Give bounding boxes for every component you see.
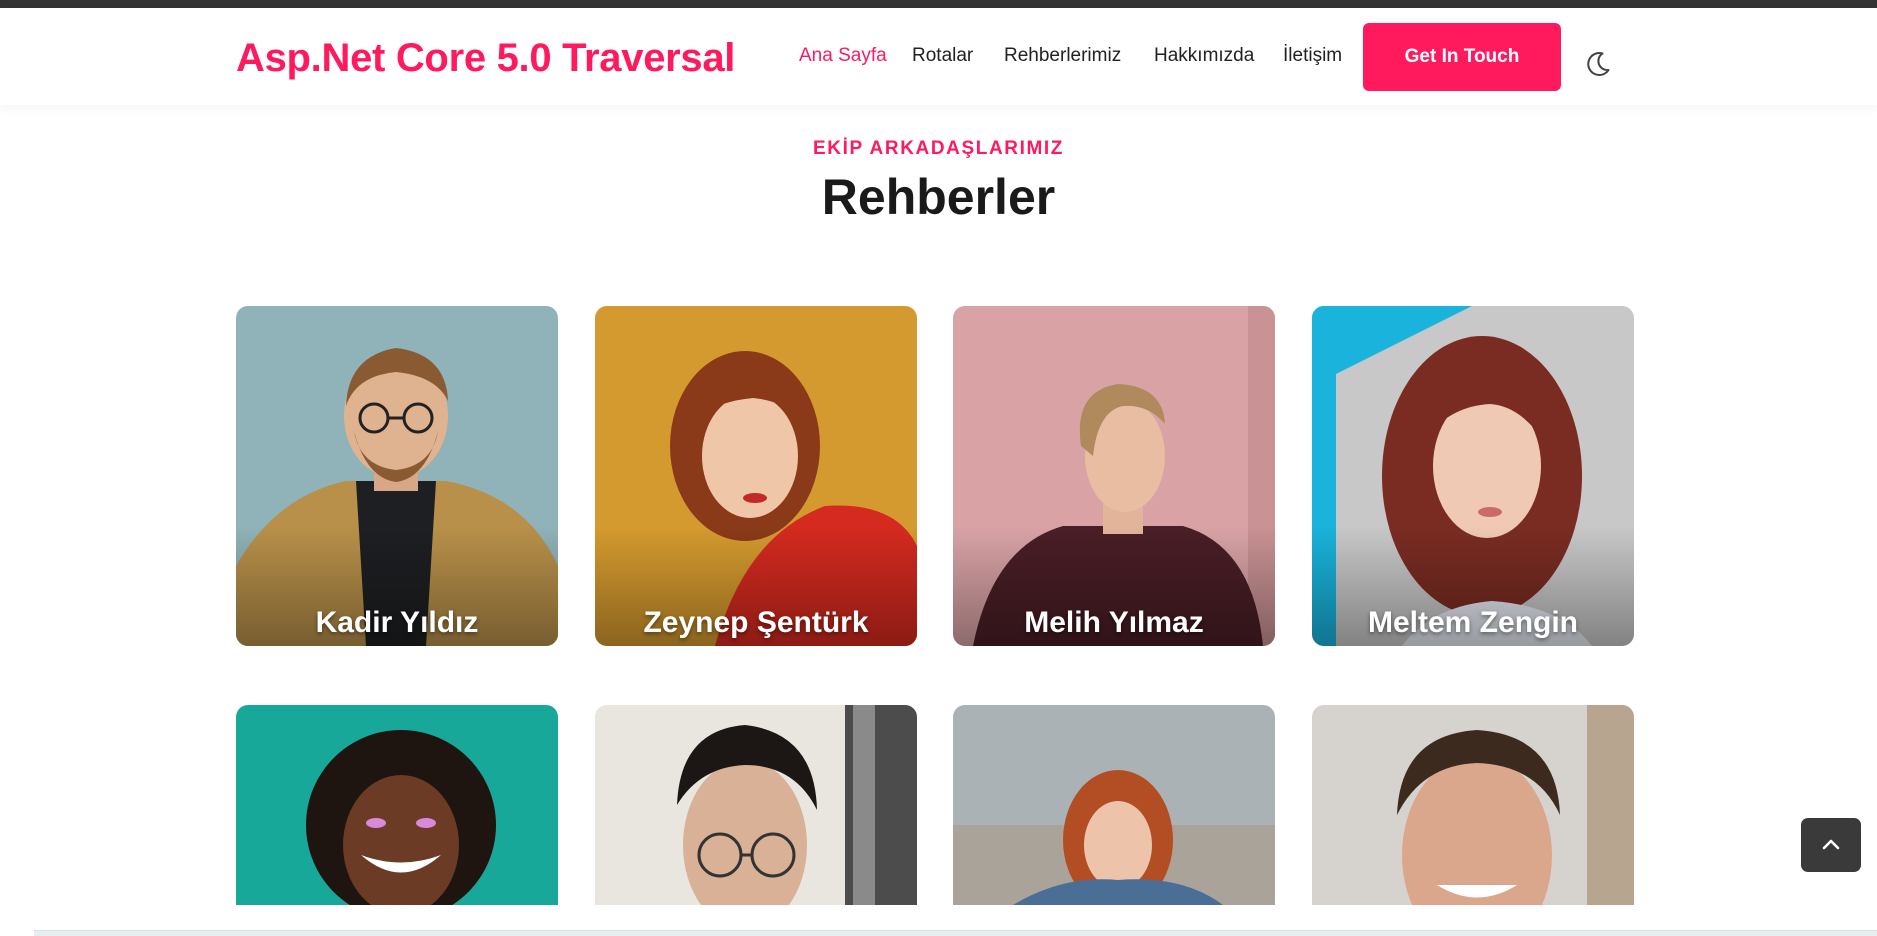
guide-card[interactable]: [953, 705, 1275, 905]
scroll-to-top-button[interactable]: [1801, 818, 1861, 872]
guide-photo: [953, 705, 1275, 905]
portrait-image: [677, 705, 917, 905]
guide-card[interactable]: Meltem Zengin: [1312, 306, 1634, 646]
guide-photo: [1312, 705, 1634, 905]
horizontal-scrollbar[interactable]: [34, 930, 1877, 936]
get-in-touch-button[interactable]: Get In Touch: [1363, 23, 1561, 91]
chevron-up-icon: [1822, 839, 1840, 850]
nav-about[interactable]: Hakkımızda: [1154, 45, 1254, 67]
guide-card[interactable]: Kadir Yıldız: [236, 306, 558, 646]
nav-routes[interactable]: Rotalar: [912, 45, 973, 67]
portrait-image: [953, 770, 1275, 905]
guide-card[interactable]: [1312, 705, 1634, 905]
top-strip: [0, 0, 1877, 8]
portrait-image: [306, 730, 496, 905]
section-title: Rehberler: [821, 169, 1056, 225]
nav-guides[interactable]: Rehberlerimiz: [1004, 45, 1121, 67]
guide-card[interactable]: Melih Yılmaz: [953, 306, 1275, 646]
guide-name: Kadir Yıldız: [315, 606, 479, 639]
section-eyebrow: EKİP ARKADAŞLARIMIZ: [812, 138, 1064, 159]
guide-photo: [236, 705, 558, 905]
guide-name: Meltem Zengin: [1367, 606, 1578, 639]
nav-contact[interactable]: İletişim: [1283, 45, 1342, 67]
guide-name: Zeynep Şentürk: [643, 606, 869, 639]
nav-home[interactable]: Ana Sayfa: [799, 45, 887, 67]
portrait-image: [1397, 705, 1634, 905]
guide-card[interactable]: [236, 705, 558, 905]
guide-photo: [595, 705, 917, 905]
guide-card[interactable]: Zeynep Şentürk: [595, 306, 917, 646]
site-header: Asp.Net Core 5.0 Traversal Ana Sayfa Rot…: [0, 8, 1877, 105]
guide-card[interactable]: [595, 705, 917, 905]
guide-name: Melih Yılmaz: [1024, 606, 1204, 639]
site-logo[interactable]: Asp.Net Core 5.0 Traversal: [236, 36, 735, 81]
moon-icon[interactable]: [1582, 48, 1614, 80]
